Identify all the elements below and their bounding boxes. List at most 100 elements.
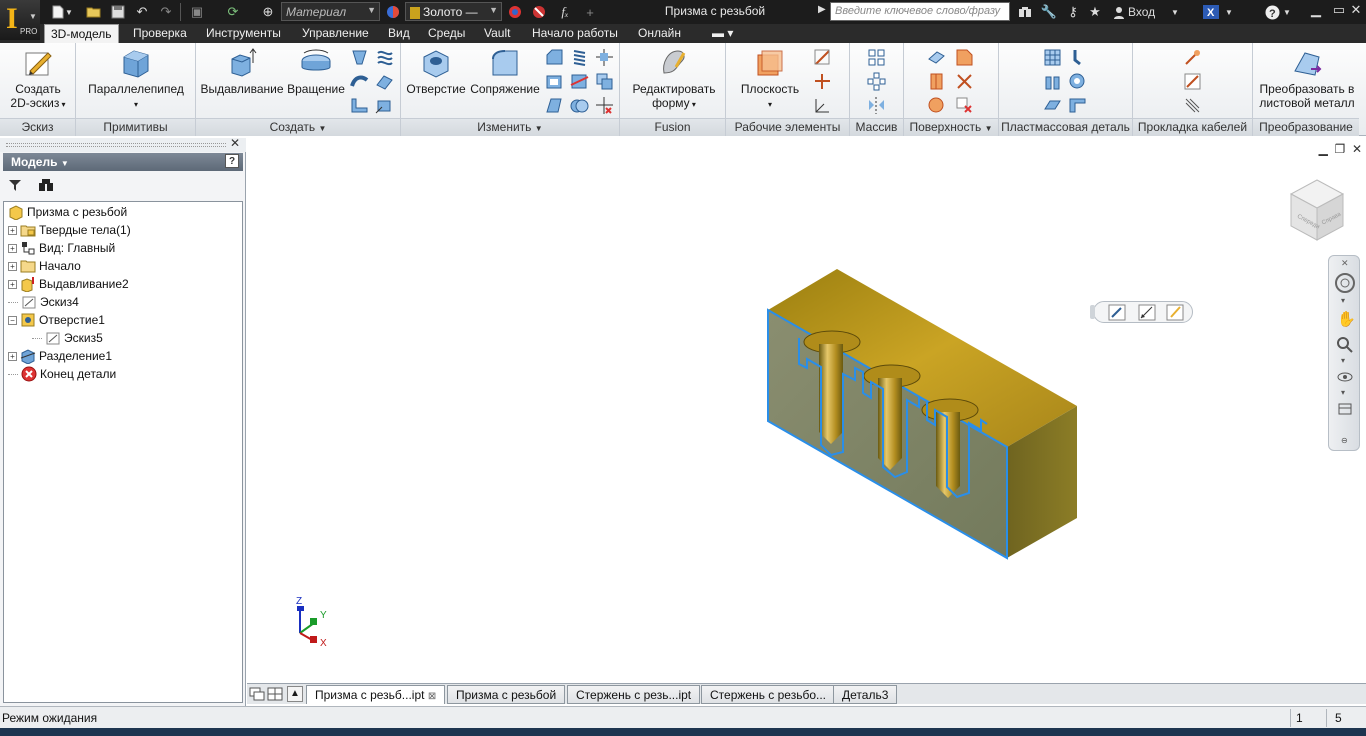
open-file-icon[interactable]	[84, 3, 104, 21]
hole-button[interactable]: Отверстие	[404, 47, 468, 96]
stitch-icon[interactable]	[954, 47, 975, 68]
edit-form-button[interactable]: Редактировать форму ▾	[624, 47, 724, 112]
plane-button[interactable]: Плоскость ▾	[732, 47, 808, 112]
doc-tab[interactable]: Стержень с резь...ipt	[567, 685, 701, 704]
appearance-icon[interactable]	[383, 3, 403, 21]
sweep-icon[interactable]	[349, 71, 370, 92]
close-window-button[interactable]: ✕	[1346, 0, 1366, 20]
filter-icon[interactable]	[8, 178, 22, 192]
work-axis-icon[interactable]	[812, 47, 833, 68]
fillet-button[interactable]: Сопряжение	[468, 47, 542, 96]
binoculars-icon[interactable]	[1016, 3, 1034, 21]
wrench-icon[interactable]: 🔧	[1040, 3, 1058, 21]
panel-title-fusion[interactable]: Fusion	[620, 118, 725, 136]
search-expand-icon[interactable]: ▶	[818, 4, 826, 15]
doc-tab[interactable]: Стержень с резьбо...	[701, 685, 836, 704]
browser-grip[interactable]	[6, 143, 226, 147]
panel-title-convert[interactable]: Преобразование	[1253, 118, 1359, 136]
help-icon[interactable]: ?	[1262, 3, 1282, 21]
doc-tab[interactable]: Призма с резьбой	[447, 685, 566, 704]
tab-tools[interactable]: Инструменты	[200, 24, 287, 43]
expand-icon[interactable]: +	[8, 261, 17, 271]
circular-pattern-icon[interactable]	[866, 71, 887, 92]
rule-fillet-icon[interactable]	[1042, 95, 1063, 116]
adjust-appearance-icon[interactable]	[505, 3, 525, 21]
help-icon[interactable]: ?	[225, 154, 239, 168]
clear-appearance-icon[interactable]	[529, 3, 549, 21]
thread-icon[interactable]	[569, 47, 590, 68]
tree-node-solid-bodies[interactable]: + Твердые тела(1)	[8, 221, 131, 239]
expand-icon[interactable]: +	[8, 279, 17, 289]
box-primitive-button[interactable]: Параллелепипед ▾	[86, 47, 186, 112]
tree-node-part[interactable]: Призма с резьбой	[8, 203, 127, 221]
thicken-icon[interactable]	[926, 47, 947, 68]
panel-title-modify[interactable]: Изменить ▼	[401, 118, 619, 136]
revolve-button[interactable]: Вращение	[284, 47, 348, 96]
cascade-windows-icon[interactable]	[249, 687, 265, 701]
rest-icon[interactable]	[1067, 71, 1088, 92]
undo-icon[interactable]: ↶	[132, 3, 152, 21]
expand-icon[interactable]: +	[8, 351, 17, 361]
tab-get-started[interactable]: Начало работы	[526, 24, 624, 43]
tree-node-split1[interactable]: + Разделение1	[8, 347, 112, 365]
tab-view[interactable]: Вид	[382, 24, 416, 43]
tree-node-end-of-part[interactable]: Конец детали	[8, 365, 116, 383]
bore-2[interactable]	[878, 378, 902, 470]
ucs-icon[interactable]	[812, 95, 833, 116]
harness-properties-icon[interactable]	[1182, 47, 1203, 68]
close-icon[interactable]: ✕	[230, 136, 240, 150]
apps-dropdown-icon[interactable]: ▼	[1224, 3, 1234, 21]
snap-fit-icon[interactable]	[1067, 47, 1088, 68]
tab-environments[interactable]: Среды	[422, 24, 471, 43]
appearance-dropdown[interactable]: Золото — ▼	[405, 2, 502, 21]
shell-icon[interactable]	[544, 71, 565, 92]
tree-node-sketch5[interactable]: Эскиз5	[32, 329, 103, 347]
panel-title-create[interactable]: Создать ▼	[196, 118, 400, 136]
convert-to-sheet-metal-button[interactable]: Преобразовать в листовой металл	[1255, 47, 1359, 110]
coil-icon[interactable]	[374, 47, 395, 68]
binoculars-icon[interactable]	[38, 178, 54, 192]
boss-icon[interactable]	[1042, 71, 1063, 92]
panel-title-cable-harness[interactable]: Прокладка кабелей	[1133, 118, 1252, 136]
exchange-apps-icon[interactable]: X	[1202, 3, 1220, 21]
extrude-button[interactable]: Выдавливание	[200, 47, 284, 96]
place-pin-icon[interactable]	[1182, 71, 1203, 92]
graphics-window[interactable]: ▁ ❐ ✕ Спереди Справа ✕ ▾ ✋ ▾ ▾ ⊖ Z Y X	[247, 138, 1366, 683]
move-face-icon[interactable]	[594, 47, 615, 68]
application-menu-button[interactable]: I ▼ PRO	[0, 0, 40, 40]
split-icon[interactable]	[569, 71, 590, 92]
save-icon[interactable]	[108, 3, 128, 21]
copy-object-icon[interactable]	[594, 71, 615, 92]
create-2d-sketch-button[interactable]: Создать 2D-эскиз ▾	[4, 47, 72, 112]
material-dropdown[interactable]: Материал ▼	[281, 2, 380, 21]
browser-header[interactable]: Модель ▼ ?	[3, 153, 243, 171]
panel-title-plastic-part[interactable]: Пластмассовая деталь	[999, 118, 1132, 136]
ribbon-display-options-icon[interactable]: ▬ ▾	[706, 24, 739, 43]
tab-manage[interactable]: Управление	[296, 24, 375, 43]
document-list-button[interactable]: ▲	[287, 686, 303, 702]
sign-in-link[interactable]: Вход	[1128, 3, 1168, 21]
tree-node-sketch4[interactable]: Эскиз4	[8, 293, 79, 311]
communication-center-icon[interactable]: ⚷	[1064, 3, 1082, 21]
tree-node-hole1[interactable]: − Отверстие1	[8, 311, 105, 329]
collapse-icon[interactable]: −	[8, 315, 17, 325]
trim-surface-icon[interactable]	[954, 71, 975, 92]
lip-icon[interactable]	[1067, 95, 1088, 116]
search-input[interactable]: Введите ключевое слово/фразу	[830, 2, 1010, 21]
rib-icon[interactable]	[349, 95, 370, 116]
delete-surface-icon[interactable]	[954, 95, 975, 116]
tree-node-origin[interactable]: + Начало	[8, 257, 81, 275]
panel-title-work-features[interactable]: Рабочие элементы	[726, 118, 849, 136]
sculpt-icon[interactable]	[926, 71, 947, 92]
derive-icon[interactable]	[374, 95, 395, 116]
update-icon[interactable]: ⟳	[222, 3, 244, 21]
measure-icon[interactable]: ⊕	[258, 3, 278, 21]
expand-icon[interactable]: +	[8, 243, 17, 253]
panel-title-surface[interactable]: Поверхность ▼	[904, 118, 998, 136]
help-dropdown-icon[interactable]: ▼	[1282, 3, 1292, 21]
new-dropdown-icon[interactable]: ▼	[64, 3, 74, 21]
expand-icon[interactable]: +	[8, 225, 17, 235]
rectangular-pattern-icon[interactable]	[866, 47, 887, 68]
print-icon[interactable]: ▣	[186, 3, 208, 21]
user-icon[interactable]	[1110, 3, 1128, 21]
